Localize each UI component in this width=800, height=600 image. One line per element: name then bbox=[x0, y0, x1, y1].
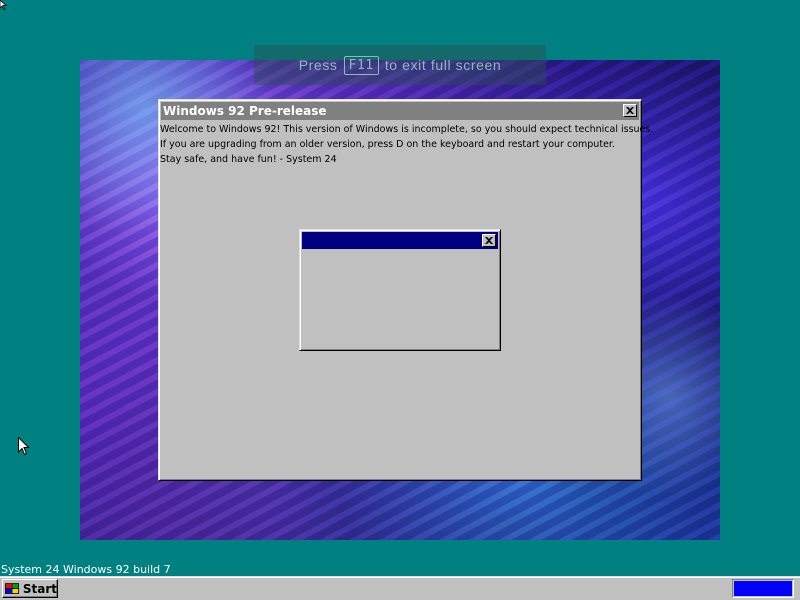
prerelease-window-content: Welcome to Windows 92! This version of W… bbox=[159, 120, 654, 167]
empty-dialog-close-button[interactable] bbox=[482, 234, 496, 247]
empty-dialog-window[interactable] bbox=[299, 229, 501, 351]
signoff-message-line: Stay safe, and have fun! - System 24 bbox=[160, 154, 337, 165]
taskbar: Start bbox=[0, 576, 800, 600]
close-x-icon bbox=[485, 237, 493, 244]
start-button-label: Start bbox=[22, 581, 57, 596]
system-tray[interactable] bbox=[732, 579, 794, 598]
empty-dialog-titlebar[interactable] bbox=[302, 232, 498, 249]
desktop[interactable]: Press F11 to exit full screen Windows 92… bbox=[0, 0, 800, 600]
prerelease-window-titlebar[interactable]: Windows 92 Pre-release bbox=[161, 102, 639, 120]
arrow-pointer-icon bbox=[18, 437, 30, 456]
build-version-label: System 24 Windows 92 build 7 bbox=[1, 563, 171, 576]
welcome-message-line: Welcome to Windows 92! This version of W… bbox=[160, 124, 654, 135]
prerelease-window-close-button[interactable] bbox=[623, 104, 637, 117]
start-button[interactable]: Start bbox=[2, 579, 58, 598]
close-x-icon bbox=[626, 107, 634, 114]
system-tray-indicator bbox=[734, 581, 792, 596]
windows-logo-icon bbox=[5, 582, 20, 594]
fullscreen-hint: Press F11 to exit full screen bbox=[254, 45, 546, 85]
f11-key-label: F11 bbox=[343, 55, 379, 75]
fullscreen-hint-press: Press bbox=[298, 57, 338, 73]
upgrade-message-line: If you are upgrading from an older versi… bbox=[160, 139, 615, 150]
mouse-cursor-icon bbox=[0, 0, 8, 10]
fullscreen-hint-rest: to exit full screen bbox=[384, 57, 502, 73]
prerelease-window-title: Windows 92 Pre-release bbox=[163, 104, 327, 118]
